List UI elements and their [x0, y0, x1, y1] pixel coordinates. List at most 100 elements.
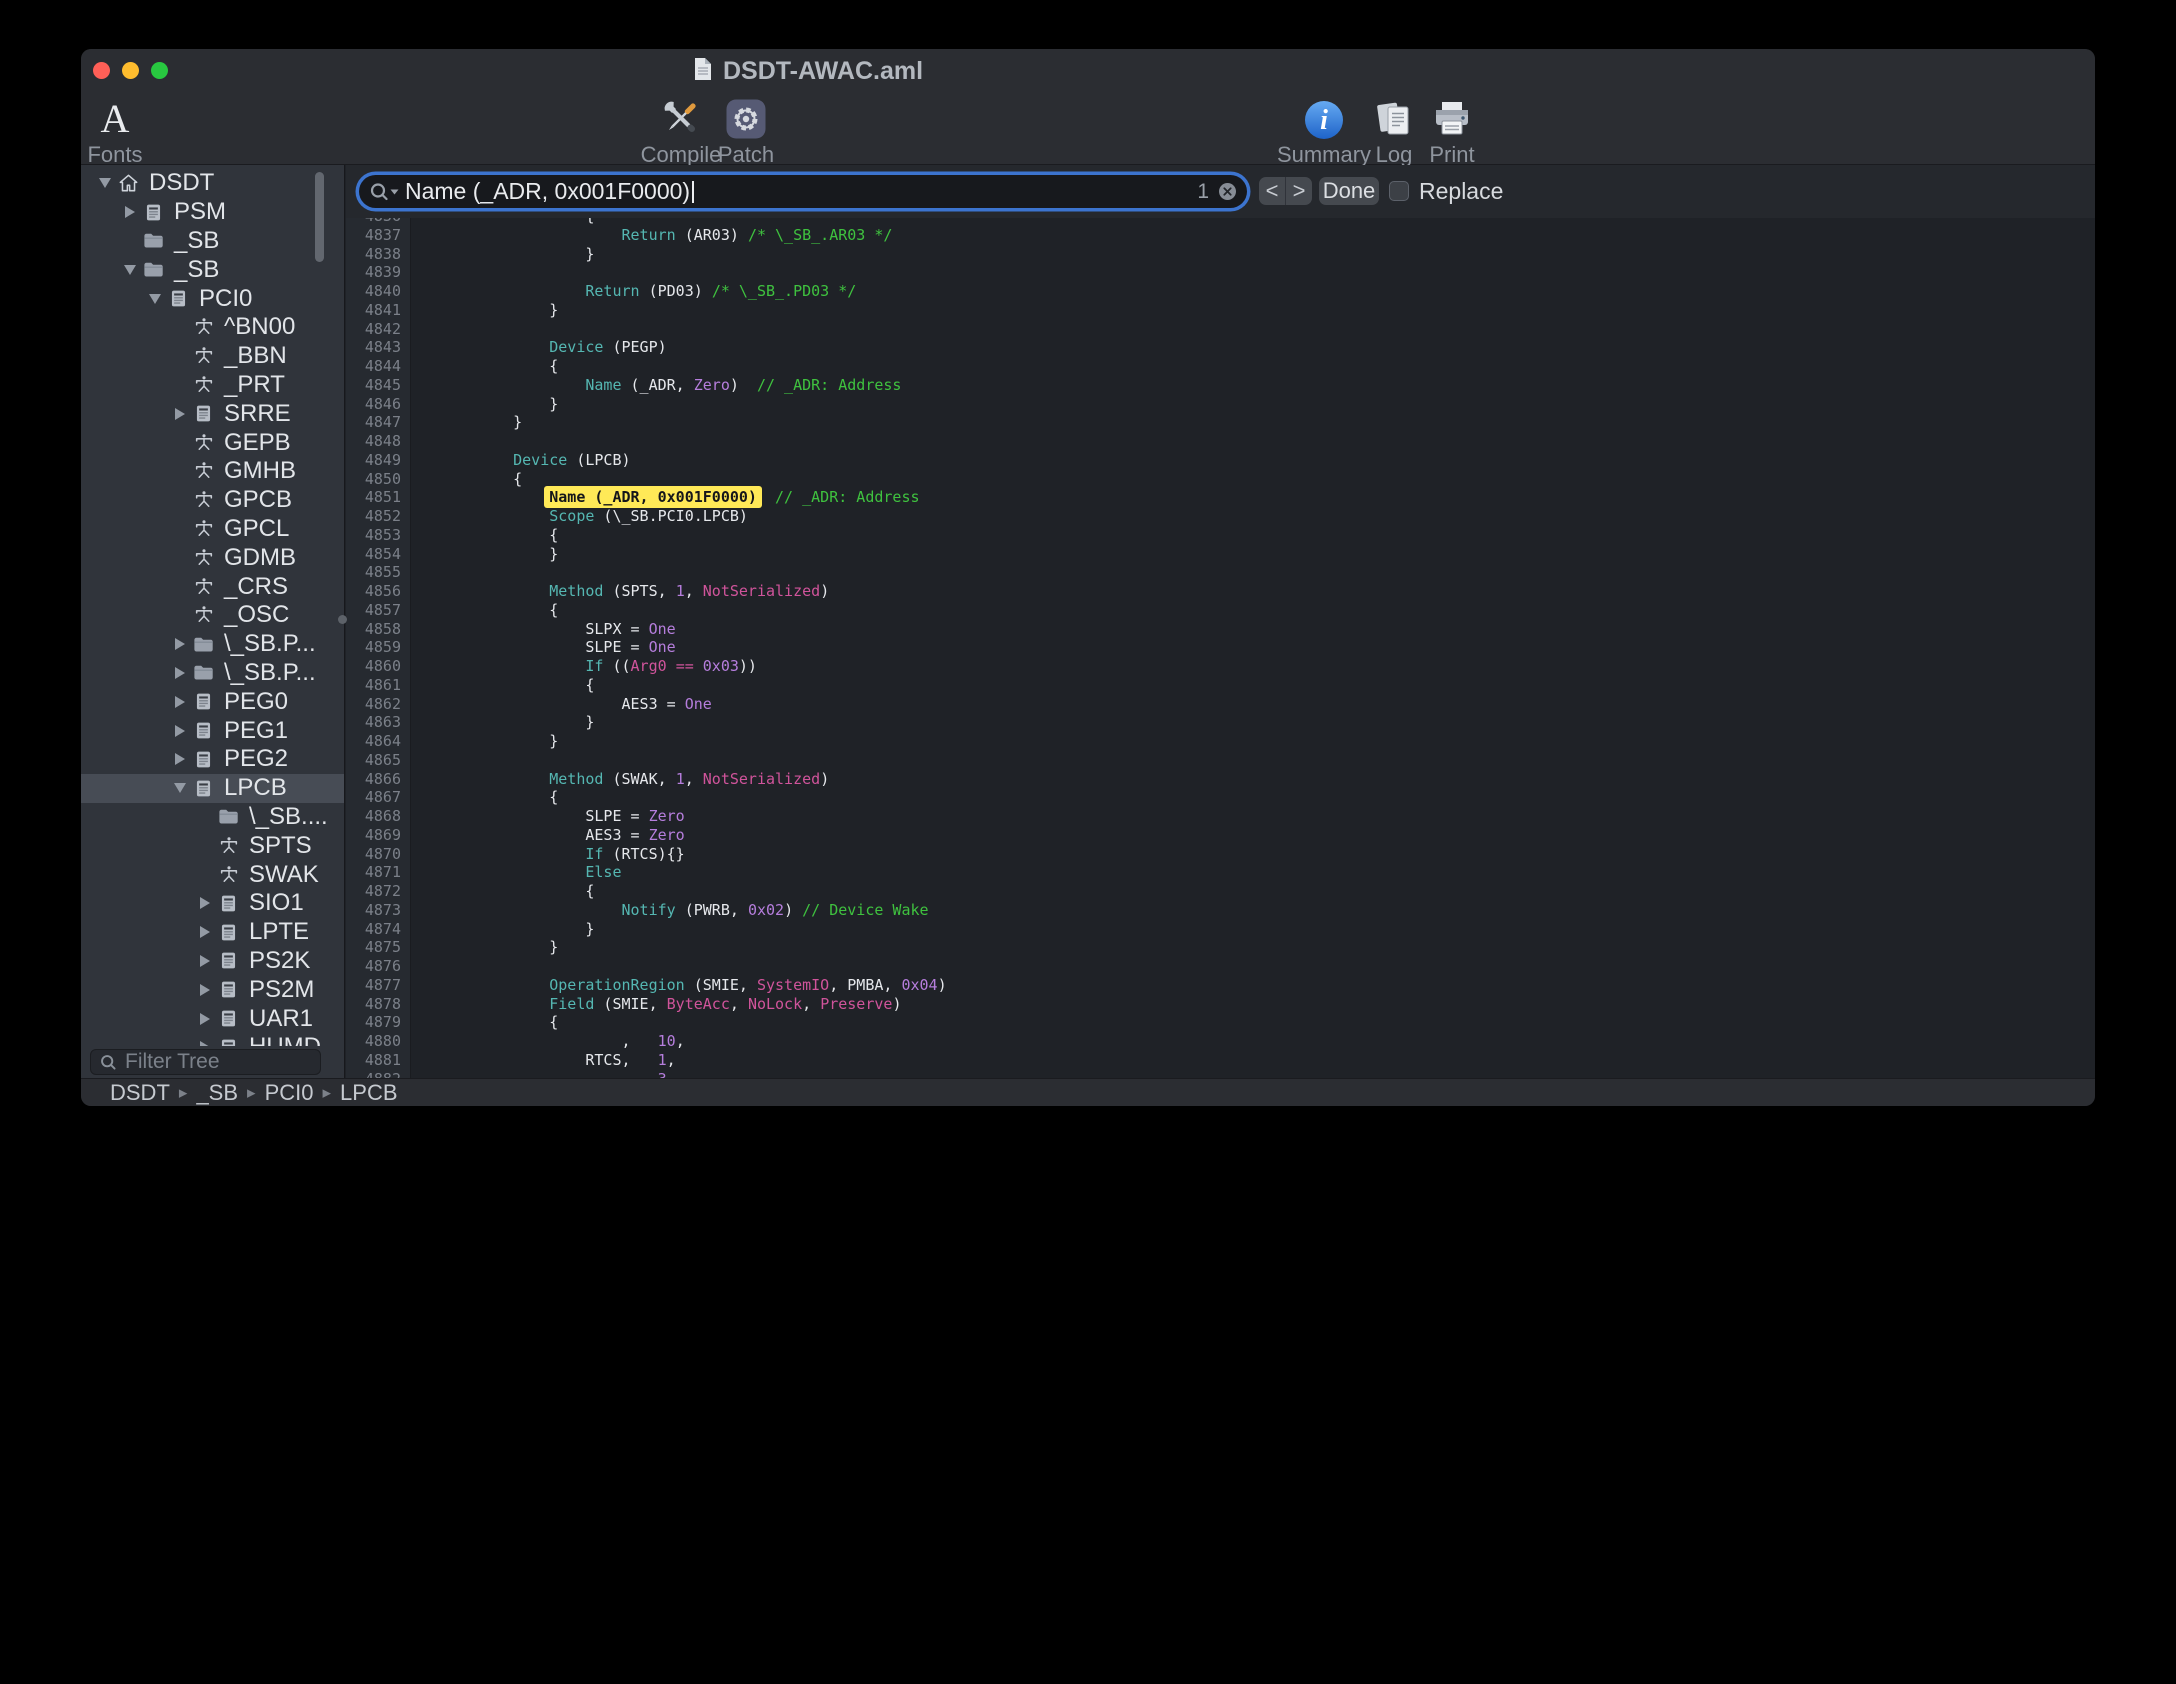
print-button[interactable]: Print — [1397, 94, 1507, 168]
code-line[interactable]: 4844 { — [346, 357, 2095, 376]
disclosure-collapsed-icon[interactable] — [195, 955, 215, 967]
disclosure-collapsed-icon[interactable] — [195, 1013, 215, 1025]
disclosure-collapsed-icon[interactable] — [170, 696, 190, 708]
code-line[interactable]: 4879 { — [346, 1013, 2095, 1032]
code-line[interactable]: 4878 Field (SMIE, ByteAcc, NoLock, Prese… — [346, 995, 2095, 1014]
find-next-button[interactable]: > — [1285, 177, 1312, 205]
disclosure-collapsed-icon[interactable] — [170, 638, 190, 650]
code-line[interactable]: 4857 { — [346, 601, 2095, 620]
disclosure-expanded-icon[interactable] — [145, 294, 165, 304]
disclosure-expanded-icon[interactable] — [120, 265, 140, 275]
disclosure-collapsed-icon[interactable] — [195, 926, 215, 938]
code-line[interactable]: 4870 If (RTCS){} — [346, 845, 2095, 864]
disclosure-collapsed-icon[interactable] — [170, 725, 190, 737]
fonts-button[interactable]: A Fonts — [81, 94, 170, 168]
sidebar-item-gmhb[interactable]: GMHB — [81, 457, 344, 486]
disclosure-collapsed-icon[interactable] — [195, 984, 215, 996]
sidebar-item-prt[interactable]: _PRT — [81, 371, 344, 400]
sidebar-item-lpcb[interactable]: LPCB — [81, 774, 344, 803]
code-line[interactable]: 4837 Return (AR03) /* \_SB_.AR03 */ — [346, 226, 2095, 245]
sidebar-item-psm[interactable]: PSM — [81, 198, 344, 227]
sidebar-item-ps2m[interactable]: PS2M — [81, 975, 344, 1004]
minimize-button[interactable] — [122, 62, 139, 79]
sidebar-item-gpcl[interactable]: GPCL — [81, 515, 344, 544]
find-input[interactable]: Name (_ADR, 0x001F0000) 1 — [359, 175, 1247, 208]
code-line[interactable]: 4845 Name (_ADR, Zero) // _ADR: Address — [346, 376, 2095, 395]
sidebar-item-bbn[interactable]: _BBN — [81, 342, 344, 371]
disclosure-collapsed-icon[interactable] — [170, 753, 190, 765]
code-line[interactable]: 4864 } — [346, 732, 2095, 751]
sidebar-item-sb[interactable]: _SB — [81, 255, 344, 284]
replace-checkbox[interactable] — [1389, 181, 1409, 201]
code-line[interactable]: 4867 { — [346, 788, 2095, 807]
code-editor[interactable]: 4836 {4837 Return (AR03) /* \_SB_.AR03 *… — [346, 218, 2095, 1078]
clear-search-button[interactable] — [1218, 182, 1237, 201]
code-line[interactable]: 4855 — [346, 563, 2095, 582]
code-line[interactable]: 4843 Device (PEGP) — [346, 338, 2095, 357]
code-line[interactable]: 4856 Method (SPTS, 1, NotSerialized) — [346, 582, 2095, 601]
code-line[interactable]: 4874 } — [346, 920, 2095, 939]
code-line[interactable]: 4869 AES3 = Zero — [346, 826, 2095, 845]
code-line[interactable]: 4842 — [346, 320, 2095, 339]
code-line[interactable]: 4865 — [346, 751, 2095, 770]
code-line[interactable]: 4859 SLPE = One — [346, 638, 2095, 657]
code-line[interactable]: 4882 , 3, — [346, 1070, 2095, 1079]
code-line[interactable]: 4863 } — [346, 713, 2095, 732]
sidebar-item-peg2[interactable]: PEG2 — [81, 745, 344, 774]
code-line[interactable]: 4880 , 10, — [346, 1032, 2095, 1051]
code-line[interactable]: 4848 — [346, 432, 2095, 451]
sidebar-item-dsdt[interactable]: DSDT — [81, 169, 344, 198]
sidebar-item-pci0[interactable]: PCI0 — [81, 284, 344, 313]
code-line[interactable]: 4847 } — [346, 413, 2095, 432]
close-button[interactable] — [93, 62, 110, 79]
code-line[interactable]: 4853 { — [346, 526, 2095, 545]
code-line[interactable]: 4876 — [346, 957, 2095, 976]
code-line[interactable]: 4877 OperationRegion (SMIE, SystemIO, PM… — [346, 976, 2095, 995]
code-line[interactable]: 4838 } — [346, 245, 2095, 264]
code-line[interactable]: 4840 Return (PD03) /* \_SB_.PD03 */ — [346, 282, 2095, 301]
sidebar-item-srre[interactable]: SRRE — [81, 399, 344, 428]
disclosure-collapsed-icon[interactable] — [170, 667, 190, 679]
code-line[interactable]: 4846 } — [346, 395, 2095, 414]
breadcrumb-item-lpcb[interactable]: LPCB — [340, 1080, 397, 1106]
code-line[interactable]: 4836 { — [346, 218, 2095, 226]
code-line[interactable]: 4852 Scope (\_SB.PCI0.LPCB) — [346, 507, 2095, 526]
sidebar-scrollbar[interactable] — [315, 172, 324, 262]
sidebar-item-gepb[interactable]: GEPB — [81, 428, 344, 457]
sidebar-item-spts[interactable]: SPTS — [81, 831, 344, 860]
sidebar-item-peg1[interactable]: PEG1 — [81, 716, 344, 745]
code-line[interactable]: 4866 Method (SWAK, 1, NotSerialized) — [346, 770, 2095, 789]
code-line[interactable]: 4851 Name (_ADR, 0x001F0000) // _ADR: Ad… — [346, 488, 2095, 507]
breadcrumb-item-dsdt[interactable]: DSDT — [110, 1080, 170, 1106]
sidebar-item-gpcb[interactable]: GPCB — [81, 486, 344, 515]
pane-splitter-handle[interactable] — [338, 615, 347, 624]
title-bar[interactable]: DSDT-AWAC.aml — [81, 49, 2095, 93]
sidebar-item-uar1[interactable]: UAR1 — [81, 1004, 344, 1033]
code-line[interactable]: 4849 Device (LPCB) — [346, 451, 2095, 470]
disclosure-collapsed-icon[interactable] — [195, 897, 215, 909]
filter-tree-input[interactable]: Filter Tree — [90, 1049, 321, 1075]
sidebar-item-swak[interactable]: SWAK — [81, 860, 344, 889]
code-line[interactable]: 4873 Notify (PWRB, 0x02) // Device Wake — [346, 901, 2095, 920]
sidebar-item-gdmb[interactable]: GDMB — [81, 543, 344, 572]
code-line[interactable]: 4872 { — [346, 882, 2095, 901]
disclosure-expanded-icon[interactable] — [95, 178, 115, 188]
code-line[interactable]: 4875 } — [346, 938, 2095, 957]
code-line[interactable]: 4881 RTCS, 1, — [346, 1051, 2095, 1070]
done-button[interactable]: Done — [1319, 177, 1379, 205]
code-line[interactable]: 4841 } — [346, 301, 2095, 320]
sidebar-item-crs[interactable]: _CRS — [81, 572, 344, 601]
sidebar-item-sb-p[interactable]: \_SB.P... — [81, 659, 344, 688]
disclosure-collapsed-icon[interactable] — [195, 1041, 215, 1046]
code-line[interactable]: 4854 } — [346, 545, 2095, 564]
sidebar-item-humd[interactable]: HUMD — [81, 1033, 344, 1046]
patch-button[interactable]: Patch — [691, 94, 801, 168]
code-line[interactable]: 4858 SLPX = One — [346, 620, 2095, 639]
code-line[interactable]: 4839 — [346, 263, 2095, 282]
disclosure-collapsed-icon[interactable] — [120, 206, 140, 218]
code-line[interactable]: 4871 Else — [346, 863, 2095, 882]
breadcrumb-item-sb[interactable]: _SB — [196, 1080, 238, 1106]
disclosure-expanded-icon[interactable] — [170, 783, 190, 793]
code-line[interactable]: 4868 SLPE = Zero — [346, 807, 2095, 826]
sidebar-item-peg0[interactable]: PEG0 — [81, 687, 344, 716]
